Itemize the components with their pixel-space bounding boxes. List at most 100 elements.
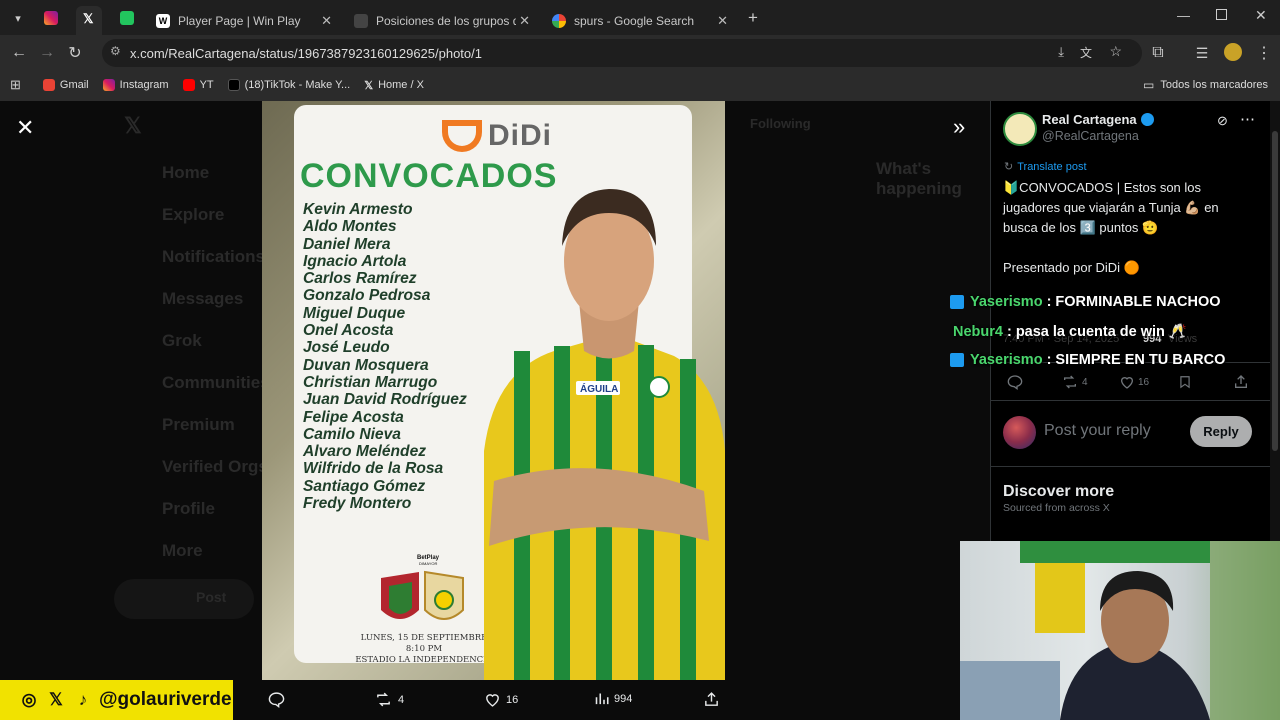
scroll-thumb[interactable] [1272, 131, 1278, 451]
profile-avatar[interactable] [1224, 43, 1242, 61]
collapse-panel-icon[interactable]: » [953, 114, 965, 140]
divider [991, 400, 1270, 401]
bookmark-yt[interactable]: YT [182, 79, 214, 91]
more-options-icon[interactable]: ⋯ [1240, 110, 1255, 128]
translate-icon: ↻ [1004, 161, 1014, 173]
reply-button[interactable]: Reply [1190, 416, 1252, 447]
player-name: Wilfrido de la Rosa [303, 460, 444, 478]
discover-more-title: Discover more [1003, 483, 1115, 500]
reply-icon [1007, 375, 1023, 390]
repost-action[interactable]: 4 [374, 691, 404, 708]
account-handle[interactable]: @RealCartagena [1042, 129, 1139, 143]
ghost-nav-notifications: Notifications [162, 247, 265, 266]
url-text: x.com/RealCartagena/status/1967387923160… [130, 45, 482, 61]
views-action[interactable]: 994 [594, 691, 632, 706]
reply-action[interactable] [268, 691, 290, 708]
webcam-scene [960, 541, 1280, 720]
forward-icon[interactable]: → [33, 39, 61, 67]
close-tab-icon[interactable]: ✕ [717, 13, 728, 29]
chat-message: Nebur4 : pasa la cuenta de win 🥂 [953, 323, 1187, 341]
close-tab-icon[interactable]: ✕ [321, 13, 332, 29]
extensions-icon[interactable]: ⧉ [1144, 39, 1172, 67]
league-sub: DIMAYOR [419, 561, 437, 566]
share-action[interactable] [703, 691, 725, 708]
bookmark-star-icon[interactable]: ☆ [1109, 43, 1122, 60]
panel-share-action[interactable] [1233, 374, 1249, 390]
real-cartagena-avatar[interactable] [1003, 112, 1037, 146]
install-app-icon[interactable]: ⤓ [1058, 44, 1064, 60]
reply-input[interactable]: Post your reply [1044, 422, 1151, 440]
apps-grid-icon[interactable]: ⊞ [10, 77, 21, 93]
didi-logo: DiDi [442, 119, 552, 153]
heart-icon [1120, 377, 1134, 389]
tab-player-page[interactable]: W Player Page | Win Play ✕ [146, 6, 342, 35]
like-action[interactable]: 16 [484, 691, 518, 708]
instagram-icon: ◎ [21, 690, 37, 709]
ghost-post-button: Post [114, 579, 254, 619]
tab-label: Posiciones de los grupos de To [376, 13, 516, 28]
toolbar: ← → ↻ ⚙ x.com/RealCartagena/status/19673… [0, 35, 1280, 71]
bookmark-tiktok[interactable]: (18)TikTok - Make Y... [227, 79, 350, 91]
x-pinned-tab[interactable]: 𝕏 [76, 6, 102, 35]
close-viewer-icon[interactable]: ✕ [16, 115, 34, 141]
real-cartagena-crest-ball [434, 590, 454, 610]
chat-text: : SIEMPRE EN TU BARCO [1046, 352, 1226, 368]
all-bookmarks-folder[interactable]: ▭ Todos los marcadores [1143, 78, 1268, 92]
panel-repost-count: 4 [1082, 376, 1088, 388]
bookmark-instagram[interactable]: Instagram [102, 79, 169, 91]
grok-icon[interactable]: ⊘ [1217, 113, 1228, 129]
chat-text: : FORMINABLE NACHOO [1046, 294, 1221, 310]
scarf-banner [1020, 541, 1210, 563]
match-info: LUNES, 15 DE SEPTIEMBRE 8:10 PM ESTADIO … [354, 633, 494, 666]
site-info-icon[interactable]: ⚙ [110, 44, 121, 58]
ghost-nav-profile: Profile [162, 499, 215, 518]
translate-post-link[interactable]: ↻ Translate post [1004, 160, 1087, 173]
panel-like-count: 16 [1138, 376, 1150, 388]
bookmark-label: YT [199, 79, 214, 91]
x-logo-icon: 𝕏 [124, 113, 142, 138]
more-menu-icon[interactable]: ⋮ [1250, 39, 1278, 67]
back-icon[interactable]: ← [5, 39, 33, 67]
user-avatar[interactable] [1003, 416, 1036, 449]
player-name: Ignacio Artola [303, 252, 407, 270]
panel-reply-action[interactable] [1007, 374, 1023, 390]
reload-icon[interactable]: ↻ [61, 39, 89, 67]
bed [960, 661, 1060, 720]
bookmark-label: Gmail [59, 79, 89, 91]
player-name: Onel Acosta [303, 322, 394, 340]
instagram-pinned-tab-icon[interactable] [44, 11, 58, 25]
tab-google-search[interactable]: spurs - Google Search ✕ [542, 6, 738, 35]
divider [991, 466, 1270, 467]
team-crests: BetPlay DIMAYOR [381, 555, 464, 620]
tab-posiciones[interactable]: Posiciones de los grupos de To ✕ [344, 6, 540, 35]
player-name: Daniel Mera [303, 235, 391, 253]
tab-label: Player Page | Win Play [178, 13, 301, 28]
minimize-icon[interactable]: — [1177, 8, 1190, 23]
social-handle: @golauriverde [99, 689, 232, 710]
player-name: Christian Marrugo [303, 373, 438, 391]
translate-page-icon[interactable]: 文 [1080, 44, 1092, 61]
bookmark-gmail[interactable]: Gmail [42, 79, 89, 91]
panel-like-action[interactable]: 16 [1119, 374, 1149, 390]
panel-repost-action[interactable]: 4 [1061, 374, 1088, 390]
chat-username: Nebur4 [953, 323, 1003, 340]
match-venue: ESTADIO LA INDEPENDENCIA [355, 655, 493, 665]
tab-menu-icon[interactable]: ☰ [1188, 39, 1216, 67]
tweet-photo[interactable]: DiDi CONVOCADOS Kevin Armesto Aldo Montes… [262, 101, 725, 680]
bookmark-home-x[interactable]: 𝕏 Home / X [364, 79, 424, 92]
like-count: 16 [506, 693, 519, 706]
streamer-webcam [960, 541, 1280, 720]
tab-search-chevron-icon[interactable]: ▾ [4, 4, 32, 32]
restore-icon[interactable] [1216, 9, 1227, 20]
bookmark-action[interactable] [1178, 374, 1192, 390]
account-name[interactable]: Real Cartagena [1042, 112, 1137, 127]
account-name-row[interactable]: Real Cartagena [1042, 112, 1154, 127]
close-tab-icon[interactable]: ✕ [519, 13, 530, 29]
address-bar[interactable]: ⚙ x.com/RealCartagena/status/19673879231… [102, 39, 1142, 67]
kick-pinned-tab-icon[interactable] [120, 11, 134, 25]
new-tab-icon[interactable]: + [748, 8, 758, 28]
close-window-icon[interactable]: ✕ [1255, 7, 1267, 24]
tweet-text-line2: Presentado por DiDi 🟠 [1003, 260, 1140, 275]
views-chart-icon [595, 693, 609, 705]
tab-label: spurs - Google Search [574, 13, 695, 28]
